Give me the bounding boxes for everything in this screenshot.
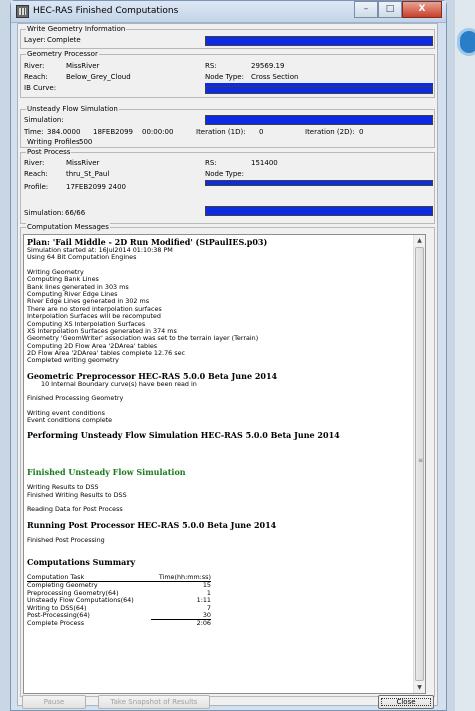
writing-profiles-label: Writing Profiles [27, 138, 80, 146]
reading-post-line: Reading Data for Post Process [27, 505, 123, 514]
summary-time: 15 [202, 581, 211, 590]
post-processor-header: Running Post Processor HEC-RAS 5.0.0 Bet… [27, 519, 277, 530]
scroll-grip-icon: ≡ [418, 457, 424, 464]
summary-total-row: Complete Process 2:06 [27, 620, 211, 628]
time-value: 384.0000 [47, 128, 81, 136]
write-geometry-legend: Write Geometry Information [26, 25, 127, 34]
profile-value: 17FEB2099 2400 [66, 183, 127, 191]
time-date: 18FEB2099 [93, 128, 133, 136]
computations-window: HEC-RAS Finished Computations – □ X Writ… [10, 0, 447, 711]
iteration-2d-value: 0 [359, 128, 364, 136]
summary-time: 7 [206, 603, 211, 612]
gp-node-type-value: Cross Section [251, 73, 299, 81]
unsteady-simulation-progress [205, 115, 433, 125]
unsteady-simulation-header: Performing Unsteady Flow Simulation HEC-… [27, 430, 340, 441]
summary-total-time: 2:06 [196, 619, 211, 628]
gp-river-label: River: [24, 62, 45, 70]
summary-time: 1:11 [196, 596, 211, 605]
ib-curve-label: IB Curve: [24, 84, 57, 92]
minimize-button[interactable]: – [354, 1, 378, 18]
window-controls: – □ X [354, 1, 442, 18]
pp-simulation-label: Simulation: [24, 209, 64, 217]
pp-reach-value: thru_St_Paul [66, 170, 110, 178]
summary-total-task: Complete Process [27, 619, 85, 628]
geometry-processor-group: Geometry Processor River: MissRiver RS: … [20, 50, 435, 98]
close-window-button[interactable]: X [402, 1, 442, 18]
pp-rs-value: 151400 [251, 159, 278, 167]
pp-simulation-progress [205, 206, 433, 216]
time-label: Time: [24, 128, 44, 136]
hec-ras-app-icon [16, 5, 29, 18]
pp-rs-label: RS: [205, 159, 217, 167]
unsteady-flow-legend: Unsteady Flow Simulation [26, 105, 119, 114]
write-geometry-group: Write Geometry Information Layer: Comple… [20, 25, 435, 49]
snapshot-button[interactable]: Take Snapshot of Results [98, 695, 210, 709]
scroll-thumb[interactable]: ≡ [415, 247, 424, 681]
close-button[interactable]: Close [378, 695, 434, 709]
computation-messages-log[interactable]: Plan: 'Fail Middle - 2D Run Modified' (S… [23, 234, 426, 694]
writing-profiles-value: 500 [79, 138, 93, 146]
time-clock: 00:00:00 [142, 128, 174, 136]
ib-curve-progress [205, 86, 433, 94]
iteration-1d-value: 0 [259, 128, 264, 136]
gp-node-type-label: Node Type: [205, 73, 244, 81]
title-bar[interactable]: HEC-RAS Finished Computations – □ X [11, 1, 446, 23]
layer-label: Layer: [24, 36, 46, 44]
events-complete-line: Event conditions complete [27, 416, 113, 425]
unsteady-simulation-label: Simulation: [24, 116, 64, 124]
pp-river-value: MissRiver [66, 159, 100, 167]
gp-reach-value: Below_Grey_Cloud [66, 73, 131, 81]
computation-messages-legend: Computation Messages [26, 223, 110, 232]
computations-summary-header: Computations Summary [27, 556, 136, 567]
pp-reach-label: Reach: [24, 170, 48, 178]
summary-col-time: Time(hh:mm:ss) [150, 573, 211, 583]
window-title: HEC-RAS Finished Computations [33, 6, 179, 16]
iteration-2d-label: Iteration (2D): [305, 128, 355, 136]
gp-rs-label: RS: [205, 62, 217, 70]
gp-reach-label: Reach: [24, 73, 48, 81]
maximize-button[interactable]: □ [378, 1, 402, 18]
finished-unsteady-line: Finished Unsteady Flow Simulation [27, 467, 186, 478]
layer-value: Complete [47, 36, 81, 44]
scroll-down-arrow-icon[interactable]: ▼ [414, 682, 425, 693]
ib-curves-line: 10 Internal Boundary curve(s) have been … [41, 379, 197, 388]
dialog-client: Write Geometry Information Layer: Comple… [17, 23, 438, 709]
unsteady-flow-group: Unsteady Flow Simulation Simulation: Tim… [20, 105, 435, 148]
log-vertical-scrollbar[interactable]: ▲ ≡ ▼ [413, 235, 425, 693]
log-line: Completed writing geometry [27, 356, 119, 365]
geometry-processor-legend: Geometry Processor [26, 50, 99, 59]
finished-geometry-line: Finished Processing Geometry [27, 394, 124, 403]
pp-simulation-value: 66/66 [65, 209, 86, 217]
iteration-1d-label: Iteration (1D): [196, 128, 246, 136]
log-text: Plan: 'Fail Middle - 2D Run Modified' (S… [27, 235, 415, 693]
background-desktop [455, 0, 475, 711]
gp-river-value: MissRiver [66, 62, 100, 70]
finished-dss-line: Finished Writing Results to DSS [27, 490, 127, 499]
post-process-group: Post Process River: MissRiver RS: 151400… [20, 148, 435, 224]
pp-node-type-label: Node Type: [205, 170, 244, 178]
pause-button[interactable]: Pause [22, 695, 86, 709]
finished-post-line: Finished Post Processing [27, 535, 105, 544]
post-process-legend: Post Process [26, 148, 72, 157]
write-geometry-progress [205, 36, 433, 46]
engine-line: Using 64 Bit Computation Engines [27, 253, 137, 262]
profile-progress [205, 180, 433, 186]
scroll-up-arrow-icon[interactable]: ▲ [414, 235, 425, 246]
profile-label: Profile: [24, 183, 49, 191]
pp-river-label: River: [24, 159, 45, 167]
gp-rs-value: 29569.19 [251, 62, 285, 70]
background-app-logo [457, 28, 475, 56]
computations-summary-table: Computation Task Time(hh:mm:ss) Completi… [27, 573, 211, 628]
